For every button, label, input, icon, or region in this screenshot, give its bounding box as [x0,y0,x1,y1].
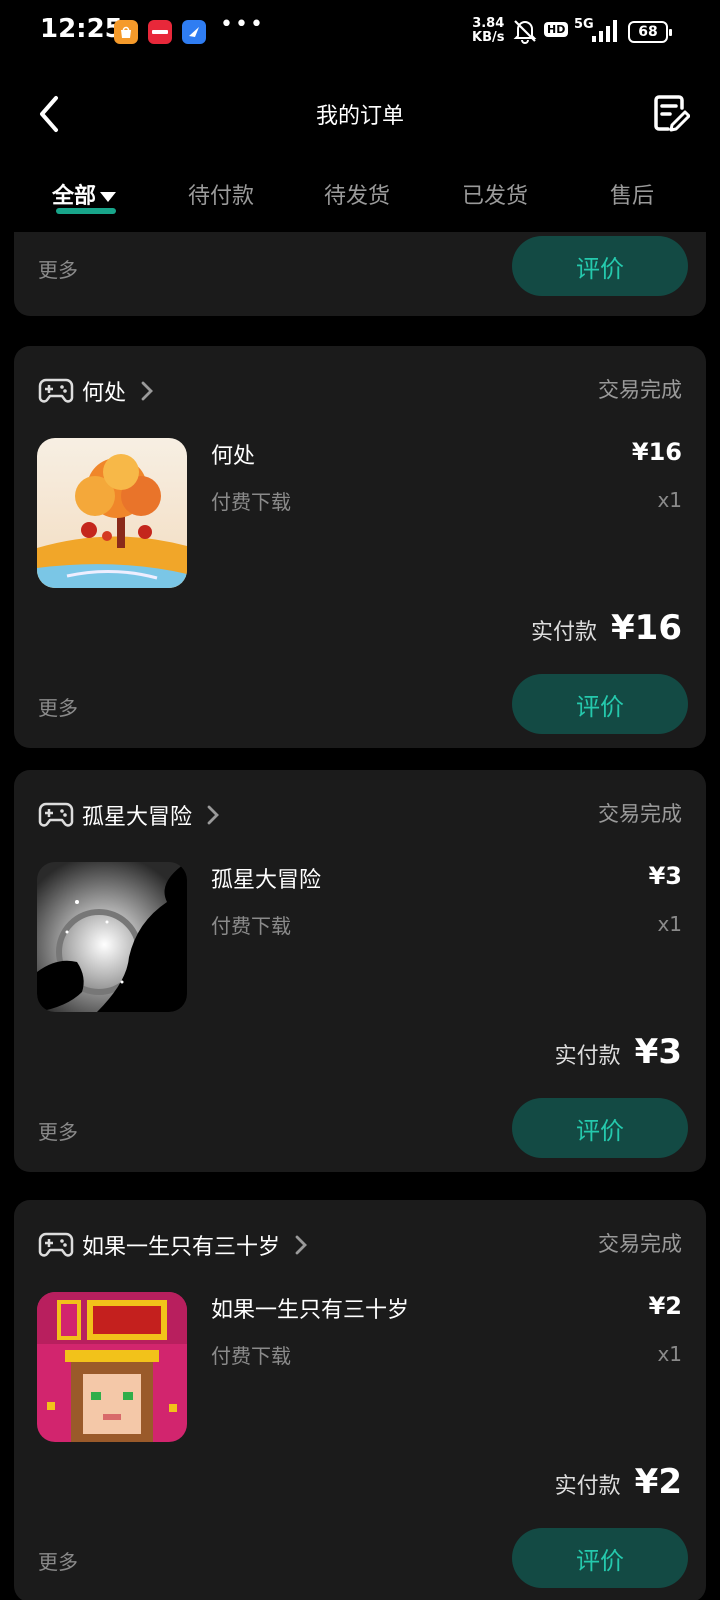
store-name: 孤星大冒险 [82,805,193,830]
xiaohongshu-icon [148,20,172,44]
browser-icon [182,20,206,44]
product-quantity: x1 [657,1342,682,1366]
paid-amount: ¥2 [634,1462,682,1502]
network-speed: 3.84 KB/s [472,17,504,45]
product-name[interactable]: 孤星大冒险 [211,862,321,894]
review-button[interactable]: 评价 [512,1098,688,1158]
more-button[interactable]: 更多 [38,254,78,283]
tab-shipped[interactable]: 已发货 [462,178,528,210]
paid-label: 实付款 [554,1474,621,1499]
review-button[interactable]: 评价 [512,236,688,296]
product-quantity: x1 [657,488,682,512]
battery-icon: 68 [628,21,672,43]
tab-after-sales[interactable]: 售后 [610,178,654,210]
product-type: 付费下载 [211,490,291,514]
product-thumbnail[interactable] [37,438,187,588]
tab-pending-payment[interactable]: 待付款 [188,178,254,210]
product-name[interactable]: 何处 [211,438,255,470]
product-name[interactable]: 如果一生只有三十岁 [211,1292,409,1324]
product-quantity: x1 [657,912,682,936]
speed-value: 3.84 [472,16,505,31]
review-button[interactable]: 评价 [512,1528,688,1588]
more-button[interactable]: 更多 [38,692,78,721]
edit-note-icon[interactable] [652,94,690,134]
tab-pending-shipment[interactable]: 待发货 [324,178,390,210]
order-card: 更多 评价 [14,232,706,316]
speed-unit: KB/s [472,30,505,45]
gamepad-icon [38,378,74,403]
store-link[interactable]: 如果一生只有三十岁 [38,1228,310,1262]
store-name: 如果一生只有三十岁 [82,1235,281,1260]
chevron-right-icon [207,805,219,825]
paid-label: 实付款 [531,620,598,645]
tab-all[interactable]: 全部 [52,178,117,210]
product-price: ¥16 [631,438,682,466]
hd-badge: HD [544,22,569,37]
more-button[interactable]: 更多 [38,1546,78,1575]
page-title: 我的订单 [315,104,404,129]
paid-total: 实付款 ¥3 [555,1032,682,1072]
status-bar: 12:25 ••• 3.84 KB/s HD 5G 68 [0,0,720,64]
active-tab-indicator [56,208,116,214]
tab-all-label: 全部 [52,184,97,209]
review-button[interactable]: 评价 [512,674,688,734]
order-card: 如果一生只有三十岁 交易完成 如果一生只有三十岁 付费下载 ¥2 x1 实付款 … [14,1200,706,1600]
order-status: 交易完成 [598,802,682,826]
gamepad-icon [38,1232,74,1257]
order-card: 何处 交易完成 何处 付费下载 ¥16 x1 实付款 ¥16 更多 评价 [14,346,706,748]
order-list[interactable]: 更多 评价 何处 交易完成 何处 付费下载 ¥16 x1 实付款 ¥16 更多 … [0,232,720,1600]
store-name: 何处 [82,381,127,406]
paid-amount: ¥3 [634,1032,682,1072]
paid-label: 实付款 [554,1044,621,1069]
dropdown-triangle-icon [100,192,117,202]
store-link[interactable]: 何处 [38,374,156,408]
product-price: ¥2 [648,1292,682,1320]
order-tabs: 全部 待付款 待发货 已发货 售后 [0,170,720,226]
header: 我的订单 [0,80,720,148]
product-thumbnail[interactable] [37,862,187,1012]
more-notifications: ••• [220,12,265,37]
product-type: 付费下载 [211,914,291,938]
chevron-right-icon [141,381,153,401]
order-status: 交易完成 [598,1232,682,1256]
chevron-right-icon [295,1235,307,1255]
bell-muted-icon [513,20,537,44]
taobao-icon [114,20,138,44]
status-time: 12:25 [40,14,123,44]
signal-icon [592,20,617,42]
product-type: 付费下载 [211,1344,291,1368]
order-card: 孤星大冒险 交易完成 孤星大冒险 付费下载 ¥3 x1 实付款 ¥3 更多 评价 [14,770,706,1172]
gamepad-icon [38,802,74,827]
paid-total: 实付款 ¥2 [555,1462,682,1502]
product-thumbnail[interactable] [37,1292,187,1442]
paid-total: 实付款 ¥16 [531,608,682,648]
paid-amount: ¥16 [611,608,682,648]
store-link[interactable]: 孤星大冒险 [38,798,222,832]
order-status: 交易完成 [598,378,682,402]
product-price: ¥3 [648,862,682,890]
more-button[interactable]: 更多 [38,1116,78,1145]
